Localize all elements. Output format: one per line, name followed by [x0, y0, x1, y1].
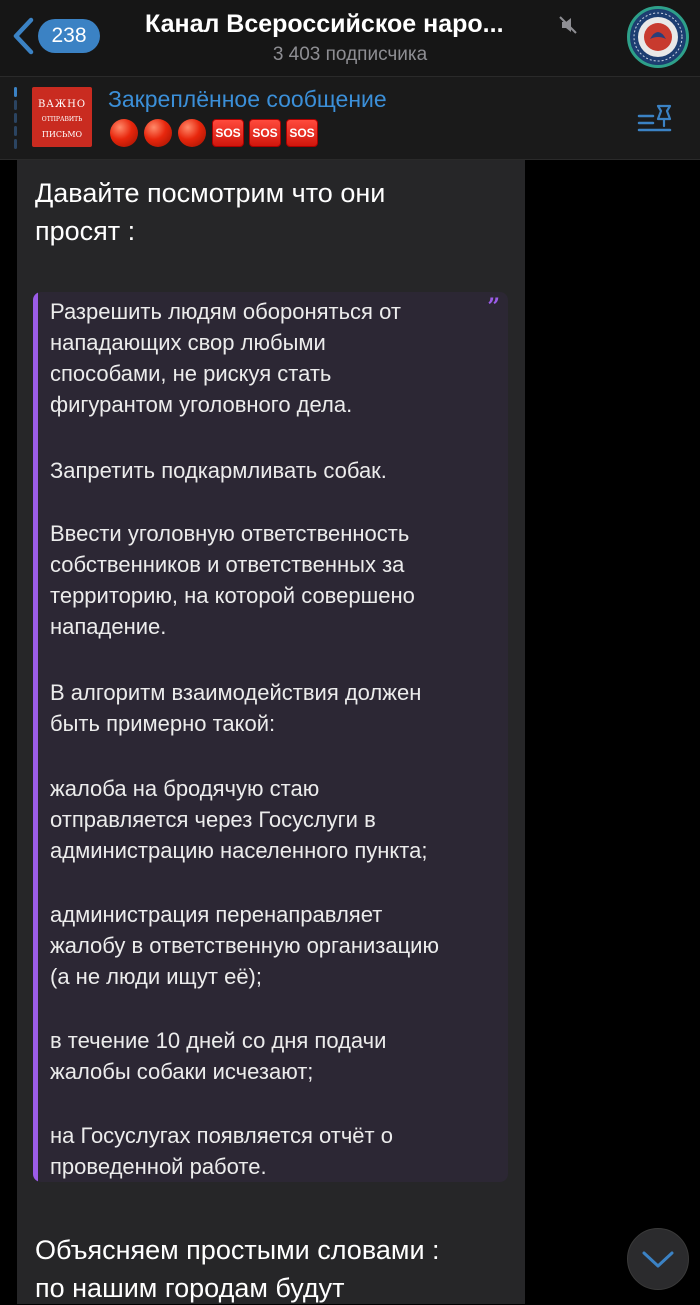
sos-icon: SOS	[249, 119, 281, 147]
message-outro-line: по нашим городам будут	[35, 1273, 345, 1303]
sos-icon: SOS	[286, 119, 318, 147]
pinned-position-indicator	[14, 87, 17, 149]
message-intro-line: просят :	[35, 216, 136, 246]
scroll-to-bottom-button[interactable]	[627, 1228, 689, 1290]
red-circle-icon	[178, 119, 206, 147]
blockquote: ” Разрешить людям обороняться от нападаю…	[33, 292, 508, 1182]
red-circle-icon	[110, 119, 138, 147]
quote-paragraph: на Госуслугах появляется отчёт о проведе…	[50, 1123, 393, 1179]
pinned-emoji-row: SOS SOS SOS	[110, 119, 323, 147]
quote-paragraph: жалоба на бродячую стаю отправляется чер…	[50, 776, 428, 863]
quote-paragraph: администрация перенаправляет жалобу в от…	[50, 902, 439, 989]
message-outro-line: Объясняем простыми словами :	[35, 1235, 440, 1265]
quote-paragraph: в течение 10 дней со дня подачи жалобы с…	[50, 1028, 387, 1084]
quote-paragraph: Разрешить людям обороняться от нападающи…	[50, 299, 401, 417]
pinned-message-bar[interactable]: ВАЖНО ОТПРАВИТЬ ПИСЬМО Закреплённое сооб…	[0, 77, 700, 160]
quote-paragraph: Ввести уголовную ответственность собстве…	[50, 521, 415, 639]
subscriber-count: 3 403 подписчика	[272, 44, 428, 65]
red-circle-icon	[144, 119, 172, 147]
quote-paragraph: Запретить подкармливать собак.	[50, 458, 387, 483]
message-intro-line: Давайте посмотрим что они	[35, 178, 386, 208]
chat-header: 238 Канал Всероссийское наро... 3 403 по…	[0, 0, 700, 77]
sos-icon: SOS	[212, 119, 244, 147]
channel-avatar[interactable]	[627, 6, 689, 68]
quote-paragraph: В алгоритм взаимодействия должен быть пр…	[50, 680, 422, 736]
pinned-thumbnail: ВАЖНО ОТПРАВИТЬ ПИСЬМО	[32, 87, 92, 147]
pinned-label: Закреплённое сообщение	[108, 86, 387, 112]
pinned-list-icon[interactable]	[636, 102, 676, 141]
chevron-down-icon	[642, 1251, 674, 1268]
quote-accent-bar	[33, 292, 38, 1182]
channel-title[interactable]: Канал Всероссийское наро...	[145, 10, 565, 39]
muted-speaker-icon	[559, 16, 579, 39]
